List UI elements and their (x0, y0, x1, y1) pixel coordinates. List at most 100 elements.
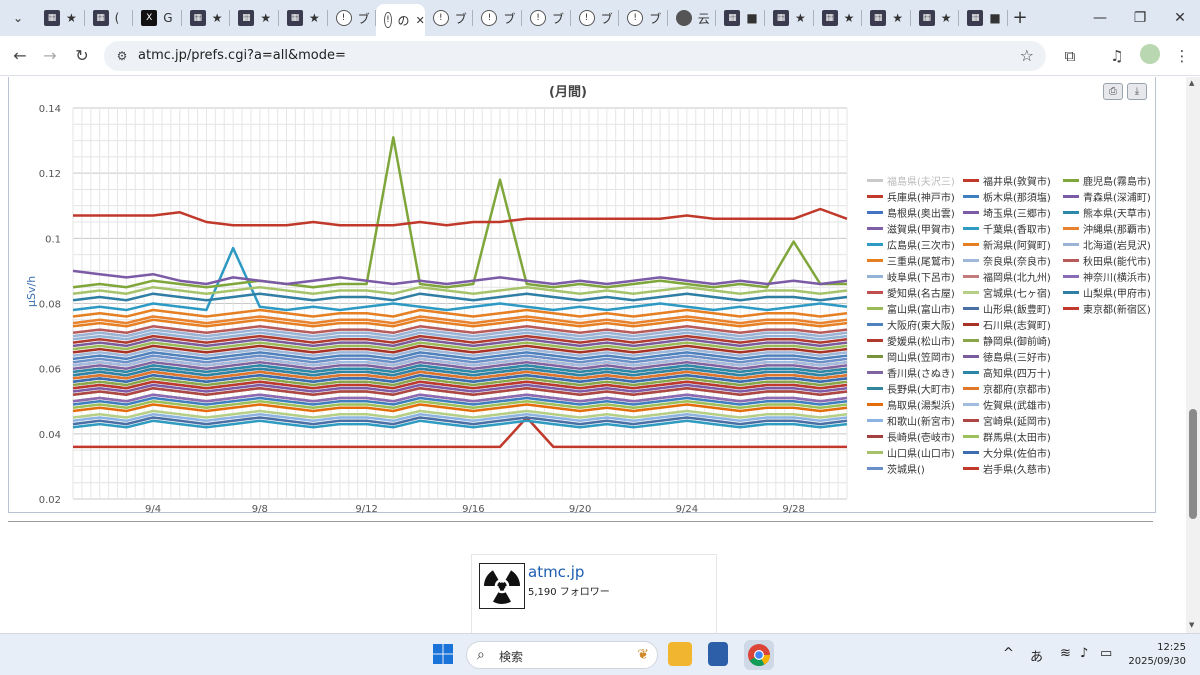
legend-item[interactable]: 熊本県(天草市) (1063, 204, 1151, 220)
legend-item[interactable]: 佐賀県(武雄市) (963, 396, 1051, 412)
legend-item[interactable]: 長野県(大町市) (867, 380, 955, 396)
minimize-button[interactable]: — (1088, 6, 1112, 30)
legend-item[interactable]: 山梨県(甲府市) (1063, 284, 1151, 300)
bookmark-star-icon[interactable]: ☆ (1020, 46, 1034, 65)
legend-item[interactable]: 東京都(新宿区) (1063, 300, 1151, 316)
legend-item[interactable]: 岡山県(笠岡市) (867, 348, 955, 364)
browser-tab[interactable]: ▦ ★ (279, 4, 328, 32)
maximize-button[interactable]: ❐ (1128, 6, 1152, 30)
legend-item[interactable]: 埼玉県(三郷市) (963, 204, 1051, 220)
scroll-up-icon[interactable]: ▲ (1189, 79, 1194, 87)
legend-item[interactable]: 大分県(佐伯市) (963, 444, 1051, 460)
legend-item[interactable]: 青森県(深浦町) (1063, 188, 1151, 204)
url-text[interactable]: atmc.jp/prefs.cgi?a=all&mode= (138, 48, 346, 63)
browser-tab[interactable]: XG (133, 4, 182, 32)
browser-tab[interactable]: ▦ ■ (716, 4, 765, 32)
legend-item[interactable]: 静岡県(御前崎) (963, 332, 1051, 348)
legend-item[interactable]: 愛媛県(松山市) (867, 332, 955, 348)
printer-icon[interactable]: ⎙ (1103, 83, 1123, 100)
legend-item[interactable]: 兵庫県(神戸市) (867, 188, 955, 204)
browser-tab[interactable]: 云 (668, 4, 717, 32)
legend-item[interactable]: 徳島県(三好市) (963, 348, 1051, 364)
browser-tab[interactable]: ▦ ★ (765, 4, 814, 32)
scroll-down-icon[interactable]: ▼ (1189, 621, 1194, 629)
legend-item[interactable]: 愛知県(名古屋) (867, 284, 955, 300)
legend-item[interactable]: 秋田県(能代市) (1063, 252, 1151, 268)
legend-item[interactable]: 神奈川(横浜市) (1063, 268, 1151, 284)
legend-item[interactable]: 鳥取県(湯梨浜) (867, 396, 955, 412)
legend-item[interactable]: 奈良県(奈良市) (963, 252, 1051, 268)
scrollbar-thumb[interactable] (1189, 409, 1197, 519)
browser-tab[interactable]: ! ブ (328, 4, 377, 32)
legend-item[interactable]: 大阪府(東大阪) (867, 316, 955, 332)
legend-item[interactable]: 和歌山(新宮市) (867, 412, 955, 428)
legend-item[interactable]: 沖縄県(那覇市) (1063, 220, 1151, 236)
windows-start-icon[interactable] (432, 643, 454, 665)
tray-chevron-icon[interactable]: ^ (1003, 646, 1014, 661)
reload-button[interactable]: ↻ (70, 44, 94, 68)
forward-button[interactable]: → (38, 44, 62, 68)
legend-item[interactable]: 千葉県(香取市) (963, 220, 1051, 236)
legend-item[interactable]: 福島県(夫沢三) (867, 172, 955, 188)
legend-item[interactable]: 山口県(山口市) (867, 444, 955, 460)
notepad-icon[interactable] (708, 642, 728, 666)
browser-tab[interactable]: ▦ ■ (959, 4, 1008, 32)
legend-item[interactable]: 山形県(飯豊町) (963, 300, 1051, 316)
legend-item[interactable]: 富山県(富山市) (867, 300, 955, 316)
browser-tab[interactable]: ▦( (85, 4, 134, 32)
twitter-follow-card[interactable]: atmc.jp 5,190 フォロワー (471, 554, 717, 633)
wifi-icon[interactable]: ≋ (1060, 646, 1071, 661)
taskbar-search[interactable]: ⌕ 検索 ❦ (466, 641, 658, 669)
legend-item[interactable]: 島根県(奥出雲) (867, 204, 955, 220)
browser-tab[interactable]: ▦ ★ (182, 4, 231, 32)
volume-icon[interactable]: ♪ (1080, 646, 1088, 661)
legend-item[interactable]: 宮崎県(延岡市) (963, 412, 1051, 428)
legend-item[interactable]: 岩手県(久慈市) (963, 460, 1051, 476)
legend-item[interactable]: 福井県(敦賀市) (963, 172, 1051, 188)
taskbar-clock[interactable]: 12:25 2025/09/30 (1126, 641, 1186, 669)
tab-search-button[interactable]: ⌄ (8, 8, 28, 28)
browser-tab[interactable]: ! ブ (473, 4, 522, 32)
browser-tab[interactable]: ! ブ (425, 4, 474, 32)
extensions-icon[interactable]: ⧉ (1058, 44, 1082, 68)
legend-item[interactable]: 茨城県() (867, 460, 955, 476)
legend-item[interactable]: 石川県(志賀町) (963, 316, 1051, 332)
menu-icon[interactable]: ⋮ (1170, 44, 1194, 68)
browser-tab[interactable]: ▦ ★ (36, 4, 85, 32)
browser-tab[interactable]: ! ブ (522, 4, 571, 32)
browser-tab[interactable]: ! の ✕ (376, 4, 425, 36)
page-scrollbar[interactable]: ▲ ▼ (1186, 77, 1200, 633)
media-control-icon[interactable]: ♫ (1105, 44, 1129, 68)
legend-item[interactable]: 香川県(さぬき) (867, 364, 955, 380)
profile-avatar[interactable] (1140, 44, 1160, 64)
legend-item[interactable]: 鹿児島(霧島市) (1063, 172, 1151, 188)
legend-item[interactable]: 北海道(岩見沢) (1063, 236, 1151, 252)
battery-icon[interactable]: ▭ (1100, 646, 1112, 661)
legend-item[interactable]: 宮城県(七ヶ宿) (963, 284, 1051, 300)
browser-tab[interactable]: ▦ ★ (814, 4, 863, 32)
file-explorer-icon[interactable] (668, 642, 692, 666)
legend-item[interactable]: 岐阜県(下呂市) (867, 268, 955, 284)
ime-indicator[interactable]: あ (1030, 646, 1043, 665)
site-info-icon[interactable]: ⚙ (114, 48, 130, 64)
download-icon[interactable]: ⤓ (1127, 83, 1147, 100)
browser-tab[interactable]: ! ブ (571, 4, 620, 32)
address-bar[interactable]: ⚙ atmc.jp/prefs.cgi?a=all&mode= ☆ (104, 41, 1046, 71)
close-window-button[interactable]: ✕ (1168, 6, 1192, 30)
legend-item[interactable]: 新潟県(阿賀町) (963, 236, 1051, 252)
legend-item[interactable]: 三重県(尾鷲市) (867, 252, 955, 268)
browser-tab[interactable]: ▦ ★ (911, 4, 960, 32)
legend-item[interactable]: 長崎県(壱岐市) (867, 428, 955, 444)
legend-item[interactable]: 滋賀県(甲賀市) (867, 220, 955, 236)
legend-item[interactable]: 福岡県(北九州) (963, 268, 1051, 284)
legend-item[interactable]: 広島県(三次市) (867, 236, 955, 252)
close-tab-icon[interactable]: ✕ (416, 14, 425, 27)
twitter-account-name[interactable]: atmc.jp (528, 563, 584, 581)
legend-item[interactable]: 京都府(京都市) (963, 380, 1051, 396)
browser-tab[interactable]: ▦ ★ (862, 4, 911, 32)
legend-item[interactable]: 栃木県(那須塩) (963, 188, 1051, 204)
new-tab-button[interactable]: + (1010, 8, 1030, 28)
browser-tab[interactable]: ▦ ★ (230, 4, 279, 32)
legend-item[interactable]: 群馬県(太田市) (963, 428, 1051, 444)
legend-item[interactable]: 高知県(四万十) (963, 364, 1051, 380)
